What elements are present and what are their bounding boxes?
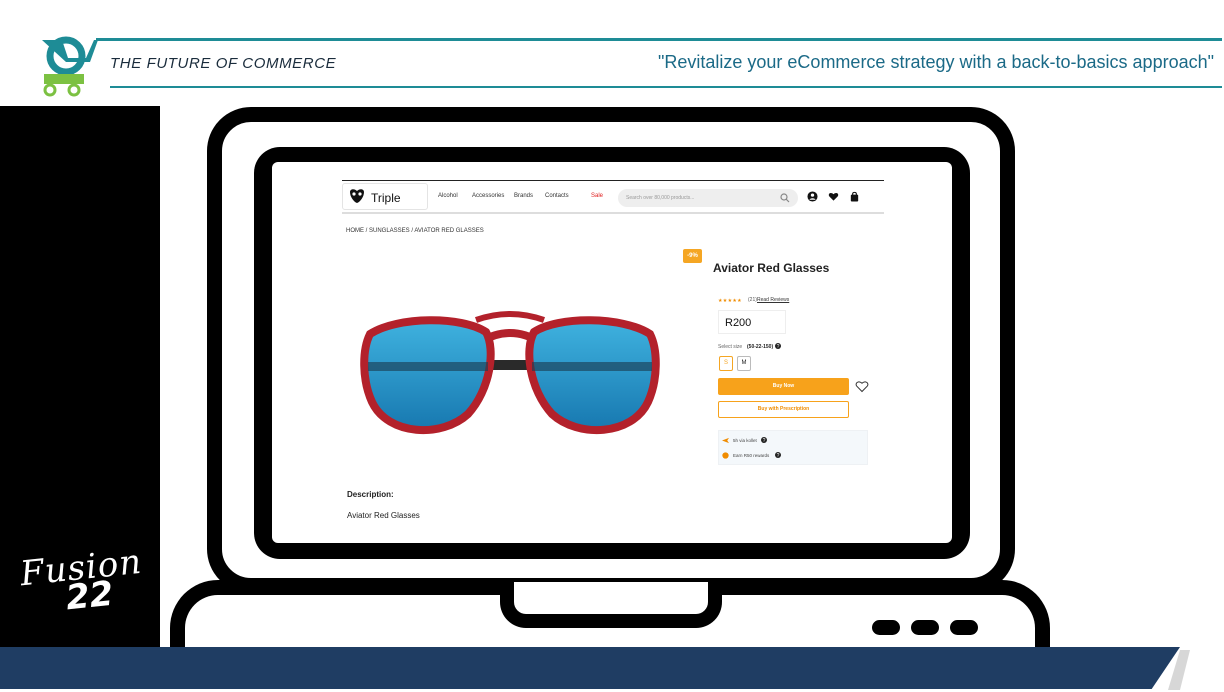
- add-to-wishlist-heart-icon[interactable]: [855, 379, 869, 393]
- help-icon[interactable]: ?: [761, 437, 767, 443]
- footer-links: ecommerce-africa.com | wearevuka.com: [461, 12, 761, 29]
- nav-link-brands[interactable]: Brands: [514, 193, 533, 199]
- product-page: Triple Alcohol Accessories Brands Contac…: [342, 180, 884, 540]
- review-count: (21): [748, 297, 757, 303]
- delivery-plane-icon: [722, 437, 729, 444]
- laptop-notch: [500, 582, 722, 628]
- search-input[interactable]: Search over 80,000 products...: [618, 189, 798, 207]
- search-placeholder: Search over 80,000 products...: [626, 195, 695, 201]
- breadcrumb: HOME / SUNGLASSES / AVIATOR RED GLASSES: [346, 228, 484, 234]
- size-option-m[interactable]: M: [737, 356, 751, 371]
- help-icon[interactable]: ?: [775, 452, 781, 458]
- brand-logo-icon: [350, 189, 364, 203]
- svg-text:?: ?: [777, 453, 780, 458]
- svg-text:?: ?: [777, 344, 780, 349]
- read-reviews-link[interactable]: Read Reviews: [757, 297, 789, 303]
- description-text: Aviator Red Glasses: [347, 511, 420, 520]
- nav-link-accessories[interactable]: Accessories: [472, 193, 504, 199]
- header-top-rule: [96, 38, 1222, 41]
- perk-delivery: 5h via kollet: [733, 438, 757, 443]
- laptop-indicator-dot: [872, 620, 900, 635]
- product-image: [360, 311, 660, 435]
- discount-badge: -9%: [683, 249, 702, 263]
- site-brand[interactable]: Triple: [342, 183, 428, 210]
- price-box: R200: [718, 310, 786, 334]
- brand-name: Triple: [371, 191, 401, 205]
- size-label: Select size: [718, 344, 743, 350]
- rewards-coin-icon: [722, 452, 729, 459]
- help-icon[interactable]: ?: [775, 343, 781, 349]
- event-logo-number: 22: [64, 573, 116, 619]
- product-title: Aviator Red Glasses: [713, 261, 830, 275]
- nav-link-sale[interactable]: Sale: [591, 193, 603, 199]
- buy-now-button[interactable]: Buy Now: [718, 378, 849, 395]
- nav-link-contacts[interactable]: Contacts: [545, 193, 569, 199]
- slide-tagline: THE FUTURE OF COMMERCE: [110, 55, 337, 72]
- description-title: Description:: [347, 490, 394, 499]
- ecommerce-africa-logo-icon: [42, 36, 98, 97]
- buy-with-prescription-button[interactable]: Buy with Prescription: [718, 401, 849, 418]
- wishlist-icon[interactable]: [828, 191, 839, 202]
- slide-quote: "Revitalize your eCommerce strategy with…: [657, 52, 1214, 72]
- search-icon[interactable]: [780, 193, 790, 203]
- footer-bar: [0, 647, 1180, 689]
- nav-link-alcohol[interactable]: Alcohol: [438, 193, 458, 199]
- site-navbar: Triple Alcohol Accessories Brands Contac…: [342, 180, 884, 214]
- laptop-indicator-dot: [950, 620, 978, 635]
- product-price: R200: [725, 317, 752, 329]
- size-code: (50-22-150): [747, 344, 774, 350]
- size-option-s[interactable]: S: [719, 356, 733, 371]
- rating-stars: ★★★★★: [718, 298, 742, 304]
- svg-text:?: ?: [763, 438, 766, 443]
- perks-box: 5h via kollet ? Earn R50 rewards ?: [718, 430, 868, 465]
- laptop-screen: Triple Alcohol Accessories Brands Contac…: [272, 162, 952, 543]
- perk-rewards: Earn R50 rewards: [733, 453, 770, 458]
- laptop-indicator-dot: [911, 620, 939, 635]
- account-icon[interactable]: [807, 191, 818, 202]
- header-bottom-rule: [110, 86, 1222, 88]
- cart-icon[interactable]: [849, 191, 860, 202]
